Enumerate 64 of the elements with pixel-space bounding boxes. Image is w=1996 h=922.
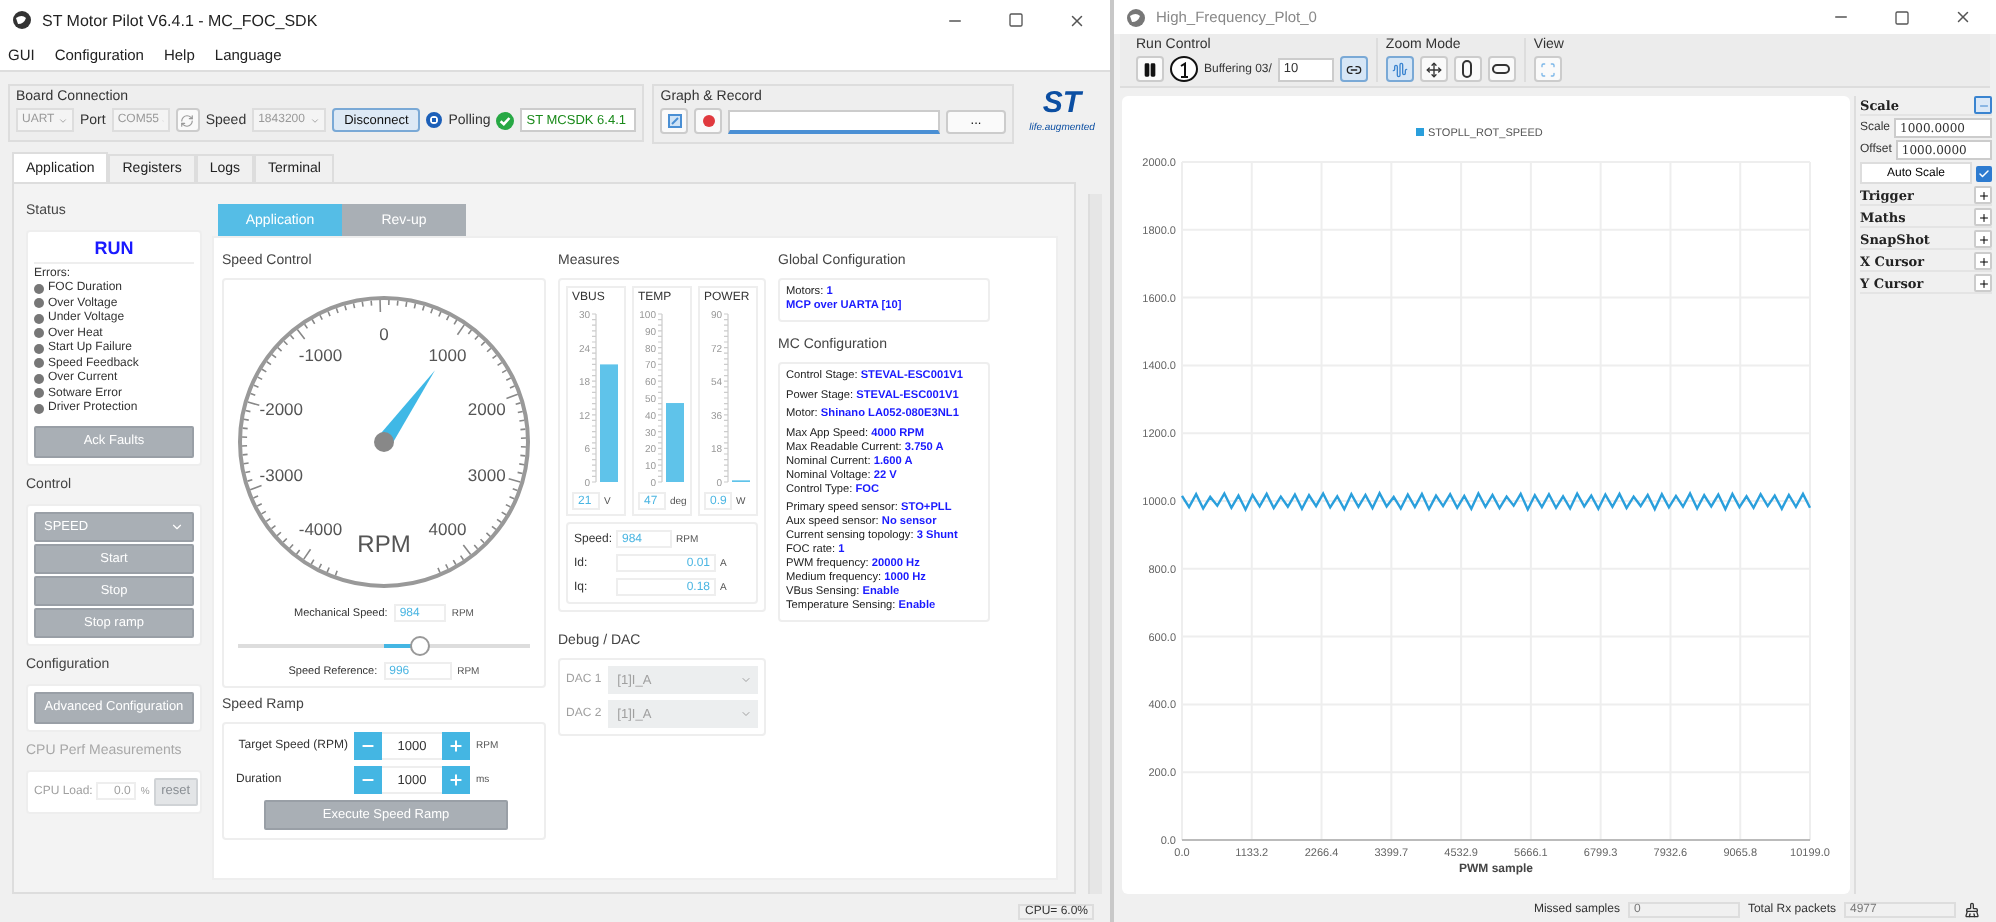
gauge-tick-label: 0 [379,324,389,344]
minus-icon [1977,99,1989,111]
waveform-icon [1391,61,1408,77]
expand-button[interactable] [1974,230,1992,248]
increment-button[interactable] [442,732,470,760]
zoom-mode-button[interactable] [1419,56,1448,82]
window-title: ST Motor Pilot V6.4.1 - MC_FOC_SDK [42,11,320,29]
plus-icon [448,772,464,788]
clear-icon[interactable] [1964,902,1980,918]
expand-button[interactable] [1974,274,1992,292]
zoom-mode-button[interactable] [1487,56,1516,82]
graph-button[interactable] [660,108,689,134]
refresh-button[interactable] [175,108,200,132]
speed-reference-slider[interactable] [238,636,530,656]
fit-view-icon [1539,61,1556,77]
zoom-mode-button[interactable] [1453,56,1482,82]
single-shot-button[interactable] [1170,56,1198,82]
move-icon [1425,61,1442,77]
auto-scale-checkbox[interactable] [1976,165,1992,181]
plus-icon [1977,189,1989,201]
gauge-tick-label: 3000 [467,465,506,486]
pause-button[interactable] [1136,56,1164,82]
checkmark-icon [1978,167,1990,179]
gauge-tick-label: 2000 [467,398,506,419]
gauge-tick-label: -4000 [298,519,343,540]
check-icon [496,111,515,129]
refresh-icon [180,113,195,127]
record-button[interactable] [694,108,723,134]
link-icon [1345,61,1362,77]
close-icon[interactable] [1954,8,1972,26]
maximize-icon[interactable] [1008,12,1024,28]
run-state: RUN [34,238,194,264]
gauge-tick-label: -3000 [259,465,304,486]
plus-icon [448,738,464,754]
plus-icon [1977,211,1989,223]
chart-icon [667,114,682,128]
vertical-zoom-icon [1462,60,1473,78]
collapse-button[interactable] [1974,96,1992,114]
plus-icon [1977,255,1989,267]
close-icon[interactable] [1068,11,1086,29]
plus-icon [1977,277,1989,289]
pause-icon [1142,61,1158,77]
gauge-unit: RPM [357,530,411,558]
app-icon [12,10,32,30]
expand-button[interactable] [1974,208,1992,226]
one-icon [1178,61,1190,77]
decrement-button[interactable] [354,766,382,794]
gauge-tick-label: -2000 [259,398,304,419]
expand-button[interactable] [1974,252,1992,270]
link-button[interactable] [1339,56,1368,82]
expand-button[interactable] [1974,186,1992,204]
gauge-tick-label: 4000 [428,519,467,540]
record-file-field[interactable] [728,109,940,133]
record-icon [701,114,716,128]
horizontal-zoom-icon [1492,64,1511,74]
decrement-button[interactable] [354,732,382,760]
gauge-tick-label: 1000 [428,344,467,365]
polling-radio[interactable] [426,112,443,128]
maximize-icon[interactable] [1894,9,1910,25]
logo-mark: ST [1042,88,1082,120]
increment-button[interactable] [442,766,470,794]
plus-icon [1977,233,1989,245]
gauge-tick-label: -1000 [298,344,343,365]
app-icon [1126,7,1146,27]
